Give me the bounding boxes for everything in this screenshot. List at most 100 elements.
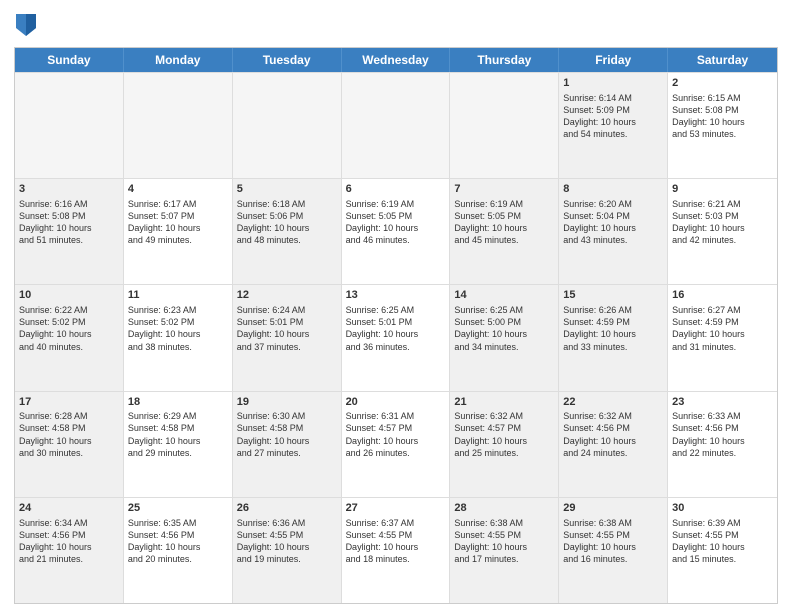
- calendar-cell: 12Sunrise: 6:24 AM Sunset: 5:01 PM Dayli…: [233, 285, 342, 390]
- day-number: 17: [19, 395, 119, 410]
- calendar-cell: 5Sunrise: 6:18 AM Sunset: 5:06 PM Daylig…: [233, 179, 342, 284]
- cell-info: Sunrise: 6:29 AM Sunset: 4:58 PM Dayligh…: [128, 410, 228, 459]
- calendar-cell: 11Sunrise: 6:23 AM Sunset: 5:02 PM Dayli…: [124, 285, 233, 390]
- cell-info: Sunrise: 6:31 AM Sunset: 4:57 PM Dayligh…: [346, 410, 446, 459]
- header-day-thursday: Thursday: [450, 48, 559, 72]
- header: [14, 10, 778, 41]
- day-number: 8: [563, 182, 663, 197]
- calendar-cell: 8Sunrise: 6:20 AM Sunset: 5:04 PM Daylig…: [559, 179, 668, 284]
- day-number: 11: [128, 288, 228, 303]
- cell-info: Sunrise: 6:34 AM Sunset: 4:56 PM Dayligh…: [19, 517, 119, 566]
- day-number: 9: [672, 182, 773, 197]
- cell-info: Sunrise: 6:21 AM Sunset: 5:03 PM Dayligh…: [672, 198, 773, 247]
- calendar-cell: 18Sunrise: 6:29 AM Sunset: 4:58 PM Dayli…: [124, 392, 233, 497]
- page: SundayMondayTuesdayWednesdayThursdayFrid…: [0, 0, 792, 612]
- calendar-body: 1Sunrise: 6:14 AM Sunset: 5:09 PM Daylig…: [15, 72, 777, 603]
- day-number: 5: [237, 182, 337, 197]
- day-number: 13: [346, 288, 446, 303]
- day-number: 22: [563, 395, 663, 410]
- calendar-cell: 17Sunrise: 6:28 AM Sunset: 4:58 PM Dayli…: [15, 392, 124, 497]
- cell-info: Sunrise: 6:16 AM Sunset: 5:08 PM Dayligh…: [19, 198, 119, 247]
- day-number: 24: [19, 501, 119, 516]
- calendar-cell: 3Sunrise: 6:16 AM Sunset: 5:08 PM Daylig…: [15, 179, 124, 284]
- day-number: 27: [346, 501, 446, 516]
- calendar-week-3: 10Sunrise: 6:22 AM Sunset: 5:02 PM Dayli…: [15, 284, 777, 390]
- calendar-week-1: 1Sunrise: 6:14 AM Sunset: 5:09 PM Daylig…: [15, 72, 777, 178]
- calendar-cell: 29Sunrise: 6:38 AM Sunset: 4:55 PM Dayli…: [559, 498, 668, 603]
- header-day-tuesday: Tuesday: [233, 48, 342, 72]
- day-number: 7: [454, 182, 554, 197]
- cell-info: Sunrise: 6:39 AM Sunset: 4:55 PM Dayligh…: [672, 517, 773, 566]
- day-number: 10: [19, 288, 119, 303]
- header-day-wednesday: Wednesday: [342, 48, 451, 72]
- calendar-cell: 22Sunrise: 6:32 AM Sunset: 4:56 PM Dayli…: [559, 392, 668, 497]
- cell-info: Sunrise: 6:23 AM Sunset: 5:02 PM Dayligh…: [128, 304, 228, 353]
- day-number: 26: [237, 501, 337, 516]
- cell-info: Sunrise: 6:14 AM Sunset: 5:09 PM Dayligh…: [563, 92, 663, 141]
- cell-info: Sunrise: 6:20 AM Sunset: 5:04 PM Dayligh…: [563, 198, 663, 247]
- header-day-sunday: Sunday: [15, 48, 124, 72]
- day-number: 21: [454, 395, 554, 410]
- day-number: 12: [237, 288, 337, 303]
- day-number: 19: [237, 395, 337, 410]
- cell-info: Sunrise: 6:18 AM Sunset: 5:06 PM Dayligh…: [237, 198, 337, 247]
- calendar-cell: 24Sunrise: 6:34 AM Sunset: 4:56 PM Dayli…: [15, 498, 124, 603]
- calendar-cell: 27Sunrise: 6:37 AM Sunset: 4:55 PM Dayli…: [342, 498, 451, 603]
- calendar-cell: 10Sunrise: 6:22 AM Sunset: 5:02 PM Dayli…: [15, 285, 124, 390]
- cell-info: Sunrise: 6:33 AM Sunset: 4:56 PM Dayligh…: [672, 410, 773, 459]
- calendar-cell: 1Sunrise: 6:14 AM Sunset: 5:09 PM Daylig…: [559, 73, 668, 178]
- calendar-cell: [342, 73, 451, 178]
- cell-info: Sunrise: 6:15 AM Sunset: 5:08 PM Dayligh…: [672, 92, 773, 141]
- cell-info: Sunrise: 6:37 AM Sunset: 4:55 PM Dayligh…: [346, 517, 446, 566]
- cell-info: Sunrise: 6:17 AM Sunset: 5:07 PM Dayligh…: [128, 198, 228, 247]
- calendar-header: SundayMondayTuesdayWednesdayThursdayFrid…: [15, 48, 777, 72]
- day-number: 4: [128, 182, 228, 197]
- day-number: 1: [563, 76, 663, 91]
- calendar-cell: 28Sunrise: 6:38 AM Sunset: 4:55 PM Dayli…: [450, 498, 559, 603]
- logo-text: [14, 14, 36, 41]
- day-number: 6: [346, 182, 446, 197]
- calendar-cell: [15, 73, 124, 178]
- cell-info: Sunrise: 6:25 AM Sunset: 5:01 PM Dayligh…: [346, 304, 446, 353]
- cell-info: Sunrise: 6:35 AM Sunset: 4:56 PM Dayligh…: [128, 517, 228, 566]
- cell-info: Sunrise: 6:27 AM Sunset: 4:59 PM Dayligh…: [672, 304, 773, 353]
- calendar-cell: 21Sunrise: 6:32 AM Sunset: 4:57 PM Dayli…: [450, 392, 559, 497]
- calendar-cell: 23Sunrise: 6:33 AM Sunset: 4:56 PM Dayli…: [668, 392, 777, 497]
- cell-info: Sunrise: 6:32 AM Sunset: 4:57 PM Dayligh…: [454, 410, 554, 459]
- calendar-cell: [124, 73, 233, 178]
- day-number: 16: [672, 288, 773, 303]
- cell-info: Sunrise: 6:30 AM Sunset: 4:58 PM Dayligh…: [237, 410, 337, 459]
- day-number: 29: [563, 501, 663, 516]
- calendar-cell: 7Sunrise: 6:19 AM Sunset: 5:05 PM Daylig…: [450, 179, 559, 284]
- calendar-cell: 2Sunrise: 6:15 AM Sunset: 5:08 PM Daylig…: [668, 73, 777, 178]
- calendar-cell: 26Sunrise: 6:36 AM Sunset: 4:55 PM Dayli…: [233, 498, 342, 603]
- calendar-cell: 30Sunrise: 6:39 AM Sunset: 4:55 PM Dayli…: [668, 498, 777, 603]
- day-number: 2: [672, 76, 773, 91]
- calendar-cell: 14Sunrise: 6:25 AM Sunset: 5:00 PM Dayli…: [450, 285, 559, 390]
- header-day-monday: Monday: [124, 48, 233, 72]
- calendar-week-2: 3Sunrise: 6:16 AM Sunset: 5:08 PM Daylig…: [15, 178, 777, 284]
- cell-info: Sunrise: 6:19 AM Sunset: 5:05 PM Dayligh…: [454, 198, 554, 247]
- logo-icon: [16, 14, 36, 36]
- cell-info: Sunrise: 6:36 AM Sunset: 4:55 PM Dayligh…: [237, 517, 337, 566]
- cell-info: Sunrise: 6:26 AM Sunset: 4:59 PM Dayligh…: [563, 304, 663, 353]
- cell-info: Sunrise: 6:38 AM Sunset: 4:55 PM Dayligh…: [563, 517, 663, 566]
- day-number: 23: [672, 395, 773, 410]
- day-number: 15: [563, 288, 663, 303]
- cell-info: Sunrise: 6:38 AM Sunset: 4:55 PM Dayligh…: [454, 517, 554, 566]
- cell-info: Sunrise: 6:25 AM Sunset: 5:00 PM Dayligh…: [454, 304, 554, 353]
- cell-info: Sunrise: 6:22 AM Sunset: 5:02 PM Dayligh…: [19, 304, 119, 353]
- day-number: 14: [454, 288, 554, 303]
- calendar-cell: [233, 73, 342, 178]
- calendar-cell: 19Sunrise: 6:30 AM Sunset: 4:58 PM Dayli…: [233, 392, 342, 497]
- day-number: 3: [19, 182, 119, 197]
- header-day-saturday: Saturday: [668, 48, 777, 72]
- calendar-cell: 13Sunrise: 6:25 AM Sunset: 5:01 PM Dayli…: [342, 285, 451, 390]
- cell-info: Sunrise: 6:32 AM Sunset: 4:56 PM Dayligh…: [563, 410, 663, 459]
- calendar-cell: 15Sunrise: 6:26 AM Sunset: 4:59 PM Dayli…: [559, 285, 668, 390]
- calendar-cell: 4Sunrise: 6:17 AM Sunset: 5:07 PM Daylig…: [124, 179, 233, 284]
- day-number: 30: [672, 501, 773, 516]
- calendar-cell: [450, 73, 559, 178]
- day-number: 18: [128, 395, 228, 410]
- calendar-cell: 9Sunrise: 6:21 AM Sunset: 5:03 PM Daylig…: [668, 179, 777, 284]
